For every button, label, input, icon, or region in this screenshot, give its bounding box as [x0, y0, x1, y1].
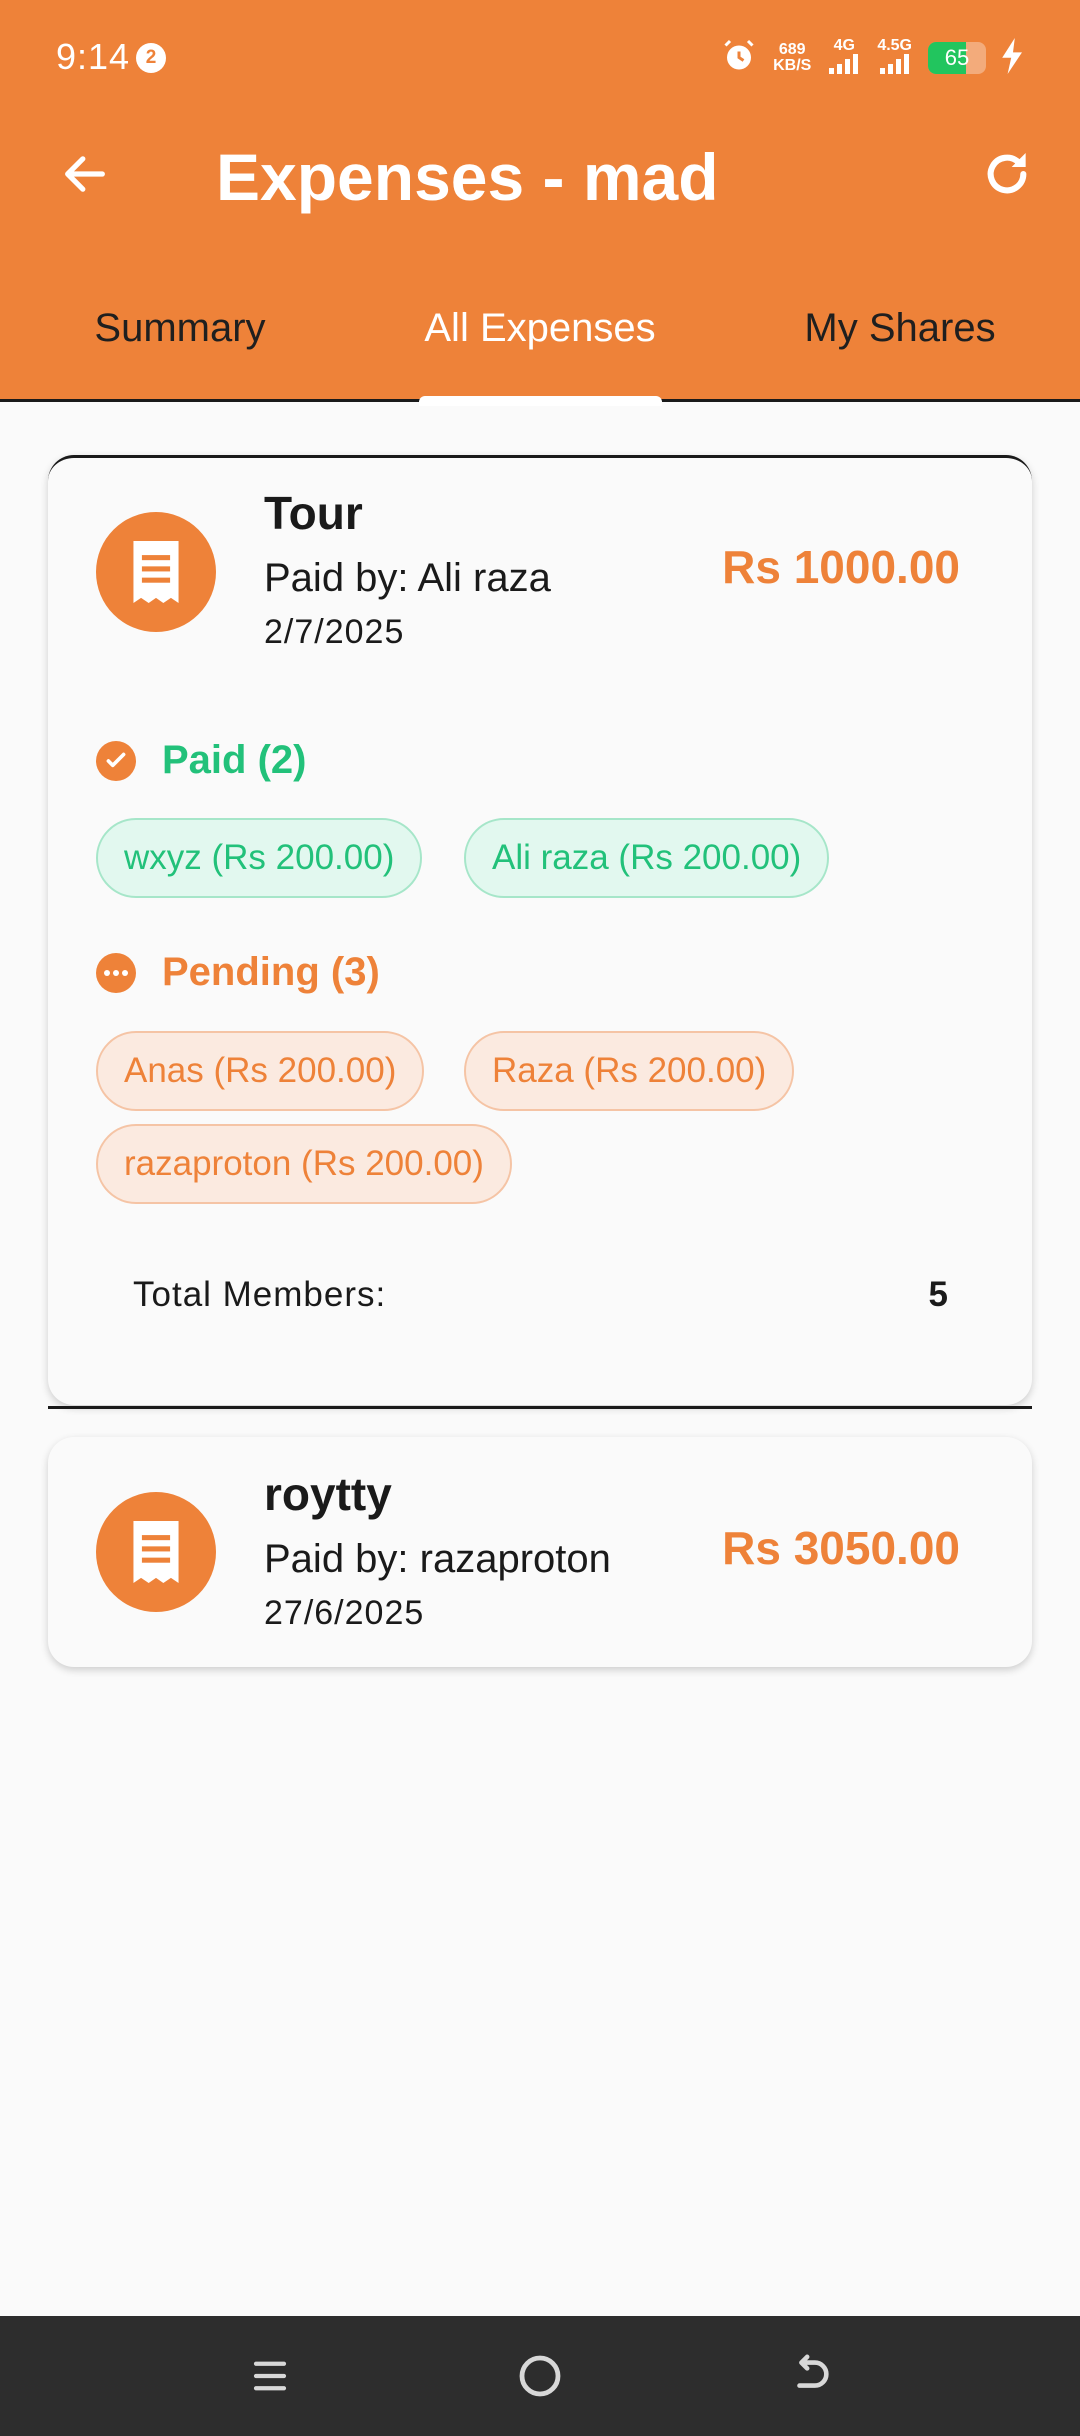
pending-member-chip: razaproton (Rs 200.00)	[96, 1124, 512, 1204]
arrow-left-icon	[65, 156, 105, 192]
top-toolbar: Expenses - mad	[0, 115, 1080, 235]
refresh-icon	[987, 153, 1027, 194]
pending-member-chip: Anas (Rs 200.00)	[96, 1031, 425, 1111]
expense-amount: Rs 1000.00	[722, 541, 960, 593]
more-horizontal-icon	[96, 952, 136, 993]
network-2-label: 4.5G	[877, 37, 912, 54]
signal-4-5g: 4.5G	[877, 38, 912, 78]
page-title: Expenses - mad	[216, 140, 719, 214]
paid-member-chip: Ali raza (Rs 200.00)	[464, 818, 830, 898]
battery-indicator: 65	[928, 42, 986, 74]
expense-date: 27/6/2025	[264, 1594, 425, 1632]
net-speed: 689 KB/S	[773, 42, 811, 74]
refresh-button[interactable]	[974, 141, 1040, 207]
app-bar: 9:14 2 689 KB/S 4G 4.5G 65 Expenses - ma…	[0, 0, 1080, 402]
expense-paid-by: Paid by: Ali raza	[264, 556, 551, 600]
back-arrow-icon	[797, 2354, 829, 2388]
back-button[interactable]	[52, 141, 118, 207]
net-speed-value: 689	[778, 41, 806, 58]
home-button[interactable]	[510, 2346, 570, 2406]
tab-summary[interactable]: Summary	[0, 290, 360, 399]
signal-bars-icon-2	[879, 54, 909, 74]
expense-card-roytty[interactable]: roytty Paid by: razaproton 27/6/2025 Rs …	[48, 1437, 1032, 1667]
menu-icon	[253, 2361, 287, 2391]
expense-paid-by: Paid by: razaproton	[264, 1537, 611, 1581]
tab-all-expenses[interactable]: All Expenses	[360, 290, 720, 399]
network-1-label: 4G	[833, 37, 855, 54]
status-time: 9:14	[56, 36, 131, 77]
expense-avatar	[96, 512, 216, 632]
paid-member-chip: wxyz (Rs 200.00)	[96, 818, 423, 898]
expense-title: roytty	[264, 1468, 392, 1520]
receipt-icon	[133, 541, 179, 603]
status-bar: 9:14 2 689 KB/S 4G 4.5G 65	[0, 0, 1080, 115]
tab-bar: Summary All Expenses My Shares	[0, 290, 1080, 402]
system-nav-bar	[0, 2316, 1080, 2436]
recent-apps-button[interactable]	[240, 2346, 300, 2406]
receipt-icon	[133, 1521, 179, 1583]
pending-heading-label: Pending (3)	[162, 950, 380, 994]
pending-section-heading: Pending (3)	[96, 950, 380, 995]
home-circle-icon	[519, 2355, 561, 2397]
check-circle-icon	[96, 740, 136, 781]
battery-level: 65	[944, 45, 970, 70]
expense-date: 2/7/2025	[264, 613, 405, 651]
pending-member-chip: Raza (Rs 200.00)	[464, 1031, 795, 1111]
charging-icon	[1002, 37, 1024, 79]
signal-bars-icon	[829, 54, 859, 74]
expense-avatar	[96, 1492, 216, 1612]
active-tab-indicator	[419, 396, 662, 406]
notification-count-badge: 2	[136, 43, 166, 73]
status-icons: 689 KB/S 4G 4.5G 65	[721, 36, 1024, 80]
expense-amount: Rs 3050.00	[722, 1522, 960, 1574]
paid-section-heading: Paid (2)	[96, 738, 306, 783]
card-divider	[48, 1406, 1032, 1409]
back-nav-button[interactable]	[781, 2346, 841, 2406]
signal-4g: 4G	[827, 38, 861, 78]
tab-my-shares[interactable]: My Shares	[720, 290, 1080, 399]
alarm-icon	[721, 38, 757, 79]
total-members-value: 5	[928, 1275, 948, 1314]
total-members-label: Total Members:	[133, 1275, 387, 1314]
paid-heading-label: Paid (2)	[162, 738, 307, 782]
net-speed-unit: KB/S	[773, 57, 812, 74]
expense-title: Tour	[264, 487, 363, 539]
expense-card-tour[interactable]: Tour Paid by: Ali raza 2/7/2025 Rs 1000.…	[48, 455, 1032, 1405]
